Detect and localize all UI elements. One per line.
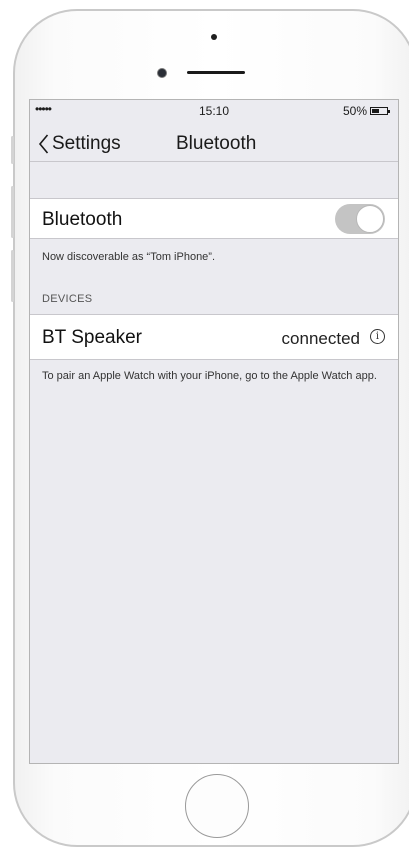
proximity-sensor bbox=[211, 34, 217, 40]
front-camera-icon bbox=[157, 68, 167, 78]
device-status: connected bbox=[281, 329, 360, 348]
navigation-bar: Settings Bluetooth bbox=[30, 122, 398, 162]
chevron-left-icon bbox=[38, 134, 49, 154]
back-button[interactable]: Settings bbox=[38, 133, 121, 155]
switch-knob bbox=[356, 205, 384, 233]
battery-icon bbox=[370, 107, 390, 115]
apple-watch-note: To pair an Apple Watch with your iPhone,… bbox=[42, 370, 377, 382]
mute-switch bbox=[11, 136, 14, 164]
devices-section-header: DEVICES bbox=[42, 293, 93, 305]
home-button[interactable] bbox=[185, 774, 249, 838]
volume-up-button bbox=[11, 186, 14, 238]
device-name: BT Speaker bbox=[42, 327, 142, 348]
status-bar: ••••• 15:10 50% bbox=[30, 100, 398, 122]
battery-indicator: 50% bbox=[342, 104, 390, 118]
earpiece-speaker bbox=[187, 71, 245, 74]
bluetooth-toggle-row: Bluetooth bbox=[30, 198, 398, 239]
battery-percent: 50% bbox=[342, 104, 367, 118]
device-row-bt-speaker[interactable]: BT Speaker connected i bbox=[30, 314, 398, 360]
page-title: Bluetooth bbox=[176, 133, 257, 154]
discoverable-note: Now discoverable as “Tom iPhone”. bbox=[42, 251, 216, 263]
screen: ••••• 15:10 50% Settings Bluetooth Bluet… bbox=[29, 99, 399, 764]
info-icon[interactable]: i bbox=[370, 329, 385, 344]
volume-down-button bbox=[11, 250, 14, 302]
back-button-label: Settings bbox=[52, 133, 121, 154]
bluetooth-switch[interactable] bbox=[335, 204, 385, 234]
bluetooth-label: Bluetooth bbox=[42, 209, 123, 230]
